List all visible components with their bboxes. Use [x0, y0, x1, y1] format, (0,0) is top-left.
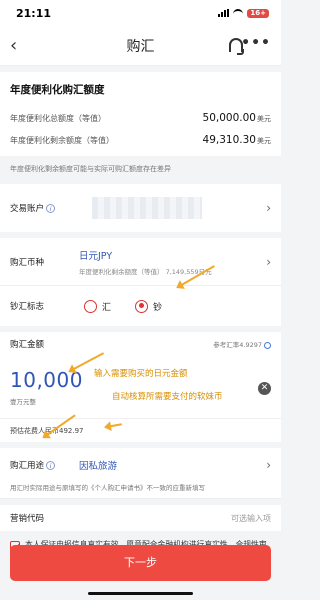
account-number-masked — [92, 197, 202, 219]
quota-total-value: 50,000.00 — [202, 112, 256, 124]
battery-icon: 16+ — [247, 8, 269, 18]
flag-label: 钞汇标志 — [10, 302, 45, 312]
quota-total-amount: 50,000.00美元 — [203, 106, 271, 125]
info-icon[interactable]: i — [46, 204, 56, 213]
status-bar: 21:11 16+ — [0, 0, 281, 26]
radio-selected-icon — [135, 299, 149, 313]
clear-icon[interactable]: ✕ — [258, 382, 271, 395]
quota-note: 年度便利化剩余额度可能与实际可购汇额度存在差异 — [0, 156, 281, 184]
account-label-text: 交易账户 — [10, 204, 45, 214]
chevron-right-icon: › — [266, 458, 271, 472]
quota-remain-row: 年度便利化剩余额度（等值） 49,310.30美元 — [10, 128, 271, 150]
annotation-amount-hint: 输入需要购买的日元金额 — [94, 369, 188, 379]
chevron-right-icon: › — [266, 254, 271, 269]
quota-heading: 年度便利化购汇额度 — [10, 84, 105, 96]
radio-icon — [84, 299, 97, 313]
marketing-input[interactable]: 可选输入项 — [231, 513, 271, 524]
signal-icon — [218, 9, 230, 17]
info-icon[interactable]: i — [46, 461, 56, 470]
radio-cash-label: 钞 — [153, 302, 163, 313]
quota-remain-unit: 美元 — [257, 137, 271, 145]
flag-row: 钞汇标志 汇 钞 — [0, 286, 281, 326]
quota-card: 年度便利化购汇额度 年度便利化总额度（等值） 50,000.00美元 年度便利化… — [0, 72, 281, 156]
currency-row[interactable]: 购汇币种 日元JPY 年度便利化剩余额度（等值） 7,149,559日元 › — [0, 238, 281, 286]
nav-bar: ‹ 购汇 ••• — [0, 26, 281, 66]
currency-label: 购汇币种 — [10, 257, 45, 268]
purpose-label-text: 购汇用途 — [10, 461, 45, 471]
quota-remain-amount: 49,310.30美元 — [203, 128, 271, 147]
status-time: 21:11 — [16, 6, 52, 20]
purpose-row[interactable]: 购汇用途 i 因私旅游 › — [0, 448, 281, 482]
annotation-cost-hint: 自动核算所需要支付的软妹币 — [112, 392, 223, 402]
purpose-note: 用汇时实际用途与原填写的《个人购汇申请书》不一致的应重新填写 — [0, 482, 281, 499]
radio-cash[interactable]: 钞 — [135, 299, 163, 313]
currency-value: 日元JPY — [79, 250, 113, 262]
quota-remain-value: 49,310.30 — [202, 134, 256, 146]
exchange-rate-text: 参考汇率4.9297 — [213, 341, 262, 349]
quota-remain-label: 年度便利化剩余额度（等值） — [10, 136, 114, 145]
chevron-right-icon: › — [266, 201, 271, 215]
purpose-label: 购汇用途 i — [10, 459, 72, 471]
refresh-icon[interactable] — [264, 341, 271, 349]
currency-sub-quota: 年度便利化剩余额度（等值） 7,149,559日元 — [79, 267, 212, 276]
home-indicator — [88, 592, 193, 595]
wifi-icon — [233, 9, 244, 17]
quota-total-unit: 美元 — [257, 115, 271, 123]
next-button[interactable]: 下一步 — [10, 545, 271, 581]
quota-total-label: 年度便利化总额度（等值） — [10, 114, 106, 123]
purpose-value: 因私旅游 — [79, 461, 118, 472]
quota-total-row: 年度便利化总额度（等值） 50,000.00美元 — [10, 106, 271, 128]
exchange-rate: 参考汇率4.9297 — [213, 339, 271, 349]
amount-label: 购汇金额 — [10, 340, 45, 350]
marketing-row[interactable]: 营销代码 可选输入项 — [0, 505, 281, 531]
radio-remit-label: 汇 — [102, 302, 112, 313]
account-row[interactable]: 交易账户 i › — [0, 184, 281, 232]
radio-remit[interactable]: 汇 — [84, 299, 112, 313]
currency-value-block: 日元JPY 年度便利化剩余额度（等值） 7,149,559日元 — [79, 248, 212, 276]
status-icons: 16+ — [218, 8, 269, 18]
account-label: 交易账户 i — [10, 202, 72, 214]
amount-header: 购汇金额 参考汇率4.9297 — [10, 332, 271, 356]
screen: 21:11 16+ ‹ 购汇 ••• 年度便利化购汇额度 年度便利化总额度（等值… — [0, 0, 281, 600]
marketing-label: 营销代码 — [10, 514, 45, 524]
more-icon[interactable]: ••• — [241, 35, 271, 51]
back-icon[interactable]: ‹ — [10, 35, 17, 56]
